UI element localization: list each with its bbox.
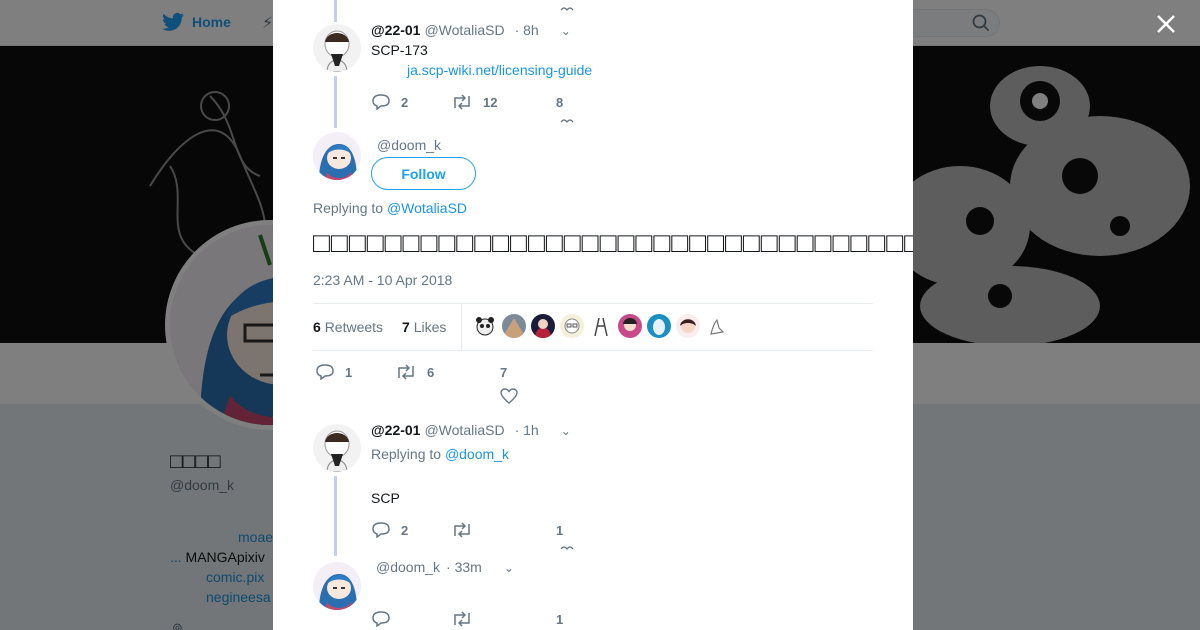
liker-avatar[interactable] — [647, 314, 671, 338]
retweet-count: 12 — [483, 94, 498, 110]
like-stat-label: Likes — [413, 319, 447, 335]
like-count: 1 — [556, 522, 564, 538]
tweet-text: SCP — [371, 490, 400, 506]
retweet-stat[interactable]: 6 Retweets — [313, 319, 383, 335]
like-button[interactable]: 7 — [500, 365, 507, 380]
liker-avatar[interactable] — [473, 314, 497, 338]
tweet-author-handle[interactable]: @WotaliaSD — [424, 22, 504, 38]
tweet-header: @doom_k · 33m ⌄ — [376, 559, 514, 575]
tweet-author-handle[interactable]: @doom_k — [377, 137, 441, 153]
retweet-button[interactable] — [451, 611, 556, 627]
like-count: 8 — [556, 94, 564, 110]
replying-prefix: Replying to — [313, 200, 384, 216]
retweet-icon — [454, 611, 470, 627]
replying-prefix: Replying to — [371, 446, 442, 462]
reply-button[interactable]: 1 — [315, 364, 395, 380]
liker-avatar[interactable] — [560, 314, 584, 338]
liker-avatar[interactable] — [705, 314, 729, 338]
tweet-header: @doom_k — [377, 137, 441, 153]
tweet-modal: @22-01 @WotaliaSD · 8h ⌄ SCP-173 ja.scp-… — [273, 0, 913, 630]
retweet-button[interactable] — [451, 522, 556, 538]
reply-icon — [372, 94, 390, 110]
retweet-stat-label: Retweets — [324, 319, 384, 335]
divider — [461, 304, 462, 350]
tweet-author-handle[interactable]: @WotaliaSD — [424, 422, 504, 438]
retweet-icon — [454, 522, 470, 538]
tweet-author-handle[interactable]: @doom_k — [376, 559, 440, 575]
reply-icon — [372, 522, 390, 538]
tweet-link[interactable]: ja.scp-wiki.net/licensing-guide — [407, 62, 592, 78]
like-icon — [560, 119, 574, 123]
thread-line — [334, 476, 337, 556]
tweet-time[interactable]: · 33m — [446, 559, 482, 575]
tweet-actions: 1 6 7 — [315, 364, 507, 380]
liker-avatar[interactable] — [676, 314, 700, 338]
tweet-text: □□□□□□□□□□□□□□□□□□□□□□□□□□□□□□□□□□□□□□□□… — [313, 227, 913, 258]
like-icon — [560, 546, 574, 550]
thread-line — [334, 0, 337, 22]
avatar[interactable] — [313, 24, 361, 72]
avatar[interactable] — [313, 424, 361, 472]
replying-to-link[interactable]: @WotaliaSD — [387, 200, 467, 216]
retweet-stat-count: 6 — [313, 319, 321, 335]
chevron-down-icon[interactable]: ⌄ — [561, 24, 571, 38]
like-button[interactable]: 1 — [556, 612, 563, 627]
retweet-button[interactable]: 6 — [395, 364, 500, 380]
tweet-stats: 6 Retweets 7 Likes — [313, 303, 873, 351]
replying-to: Replying to @WotaliaSD — [313, 200, 467, 216]
liker-avatar[interactable] — [589, 314, 613, 338]
chevron-down-icon[interactable]: ⌄ — [504, 561, 514, 575]
retweet-count: 6 — [427, 364, 435, 380]
like-button[interactable]: 1 — [556, 523, 563, 538]
retweet-icon — [454, 94, 470, 110]
liker-avatar[interactable] — [502, 314, 526, 338]
reply-button[interactable] — [371, 611, 451, 627]
chevron-down-icon[interactable]: ⌄ — [561, 424, 571, 438]
tweet-actions: 1 — [371, 611, 563, 627]
reply-count: 2 — [401, 522, 409, 538]
tweet-actions: 2 1 — [371, 522, 563, 538]
liker-avatars — [473, 314, 729, 338]
like-icon[interactable] — [560, 6, 574, 14]
tweet-time[interactable]: · 1h — [515, 422, 539, 438]
avatar[interactable] — [313, 132, 361, 180]
reply-button[interactable]: 2 — [371, 522, 451, 538]
reply-icon — [316, 364, 334, 380]
tweet-timestamp[interactable]: 2:23 AM - 10 Apr 2018 — [313, 272, 452, 288]
heart-icon[interactable] — [500, 388, 518, 404]
like-stat-count: 7 — [402, 319, 410, 335]
like-count: 7 — [500, 364, 508, 380]
reply-button[interactable]: 2 — [371, 94, 451, 110]
tweet-time[interactable]: · 8h — [515, 22, 539, 38]
thread-line — [334, 76, 337, 128]
liker-avatar[interactable] — [531, 314, 555, 338]
like-stat[interactable]: 7 Likes — [402, 319, 446, 335]
tweet-author-name[interactable]: @22-01 — [371, 22, 420, 38]
tweet-header: @22-01 @WotaliaSD · 1h ⌄ — [371, 422, 571, 438]
reply-icon — [372, 611, 390, 627]
close-icon[interactable] — [1154, 12, 1178, 36]
follow-button[interactable]: Follow — [371, 157, 476, 190]
tweet-text: SCP-173 — [371, 42, 428, 58]
liker-avatar[interactable] — [618, 314, 642, 338]
tweet-actions: 2 12 8 — [371, 94, 563, 110]
retweet-icon — [398, 364, 414, 380]
retweet-button[interactable]: 12 — [451, 94, 556, 110]
reply-count: 2 — [401, 94, 409, 110]
like-count: 1 — [556, 611, 564, 627]
tweet-header: @22-01 @WotaliaSD · 8h ⌄ — [371, 22, 571, 38]
avatar[interactable] — [313, 562, 361, 610]
replying-to-link[interactable]: @doom_k — [445, 446, 509, 462]
reply-count: 1 — [345, 364, 353, 380]
replying-to: Replying to @doom_k — [371, 446, 509, 462]
tweet-author-name[interactable]: @22-01 — [371, 422, 420, 438]
like-button[interactable]: 8 — [556, 95, 563, 110]
